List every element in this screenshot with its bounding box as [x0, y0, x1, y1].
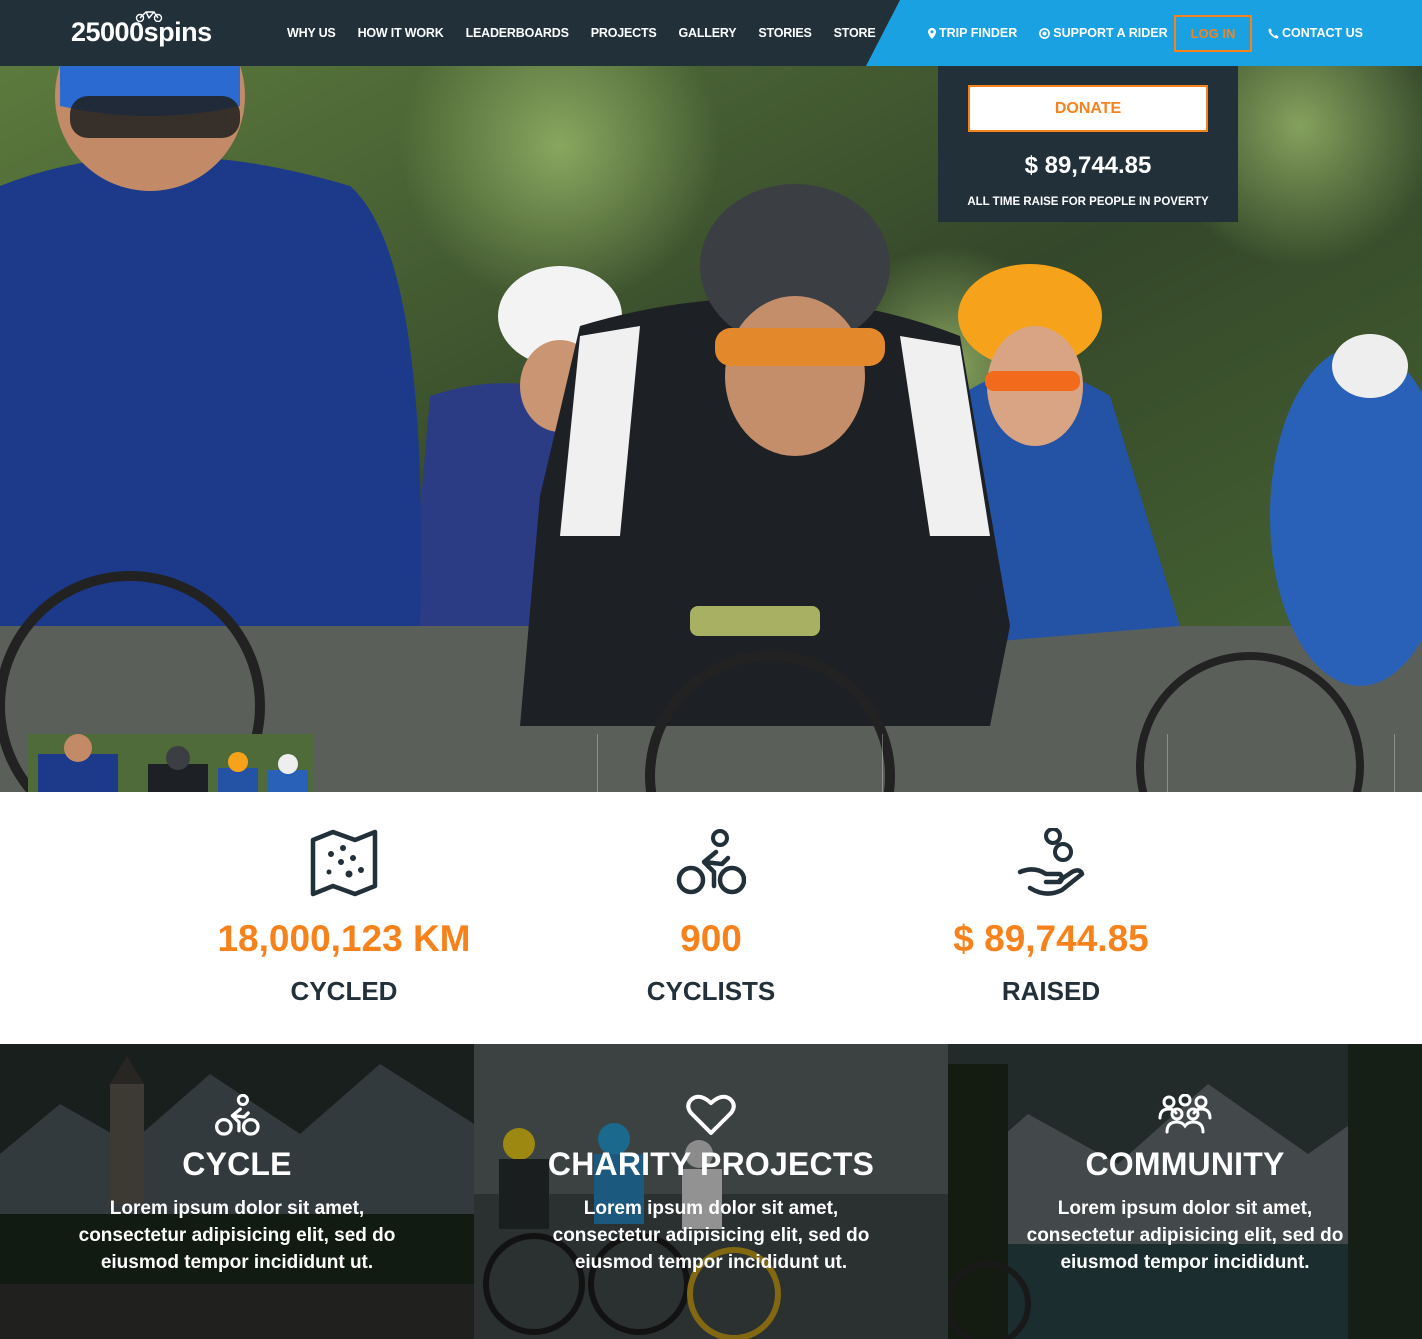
nav-projects[interactable]: PROJECTS [591, 26, 657, 40]
feature-community-text: Lorem ipsum dolor sit amet, consectetur … [1026, 1198, 1344, 1273]
thumbnail[interactable] [28, 734, 1395, 792]
nav-contact-us[interactable]: CONTACT US [1268, 0, 1363, 66]
feature-charity-text: Lorem ipsum dolor sit amet, consectetur … [552, 1198, 870, 1273]
donate-caption: ALL TIME RAISE FOR PEOPLE IN POVERTY [967, 196, 1209, 208]
people-group-icon [1158, 1094, 1212, 1134]
thumbnail[interactable] [28, 734, 883, 792]
donate-panel: DONATE $ 89,744.85 ALL TIME RAISE FOR PE… [938, 66, 1238, 222]
nav-gallery[interactable]: GALLERY [679, 26, 737, 40]
stat-cyclists-value: 900 [680, 918, 742, 959]
main-menu: WHY US HOW IT WORK LEADERBOARDS PROJECTS… [287, 0, 897, 66]
map-marker-icon [928, 27, 936, 39]
feature-cycle-title: CYCLE [182, 1146, 292, 1182]
stat-cyclists: 900 CYCLISTS [561, 828, 861, 1007]
hero-thumbnail-strip [28, 734, 1395, 792]
nav-store[interactable]: STORE [834, 26, 876, 40]
contact-us-label: CONTACT US [1282, 26, 1364, 40]
logo-bike-icon [135, 11, 163, 22]
top-navbar: 25000spins WHY US HOW IT WORK LEADERBOAR… [0, 0, 1422, 66]
thumbnail[interactable] [28, 734, 1168, 792]
support-circle-icon [1039, 27, 1051, 39]
feature-community-title: COMMUNITY [1085, 1146, 1285, 1182]
nav-how-it-work[interactable]: HOW IT WORK [358, 26, 444, 40]
brand-logo[interactable]: 25000spins [71, 11, 212, 49]
cyclist-icon [676, 829, 746, 895]
feature-charity-projects[interactable]: CHARITY PROJECTS Lorem ipsum dolor sit a… [474, 1044, 948, 1339]
feature-cycle[interactable]: CYCLE Lorem ipsum dolor sit amet, consec… [0, 1044, 474, 1339]
stat-raised-label: RAISED [1001, 976, 1101, 1006]
nav-trip-finder[interactable]: TRIP FINDER [928, 26, 1017, 40]
stat-cycled-value: 18,000,123 KM [217, 918, 471, 959]
nav-stories[interactable]: STORIES [758, 26, 811, 40]
stat-cycled-label: CYCLED [290, 976, 398, 1006]
nav-support-rider[interactable]: SUPPORT A RIDER [1039, 26, 1168, 40]
map-icon [310, 829, 378, 897]
feature-community[interactable]: COMMUNITY Lorem ipsum dolor sit amet, co… [948, 1044, 1422, 1339]
thumbnail[interactable] [28, 734, 598, 792]
stat-raised-value: $ 89,744.85 [953, 918, 1149, 959]
trip-finder-label: TRIP FINDER [939, 26, 1018, 40]
support-rider-label: SUPPORT A RIDER [1053, 26, 1168, 40]
secondary-menu: TRIP FINDER SUPPORT A RIDER [928, 0, 1168, 66]
feature-charity-title: CHARITY PROJECTS [547, 1146, 875, 1182]
login-button[interactable]: LOG IN [1174, 15, 1252, 52]
heart-icon [686, 1094, 736, 1135]
feature-cycle-text: Lorem ipsum dolor sit amet, consectetur … [78, 1198, 396, 1273]
donate-total-amount: $ 89,744.85 [1024, 152, 1152, 179]
stat-cycled: 18,000,123 KM CYCLED [194, 828, 494, 1007]
cyclist-icon [215, 1094, 260, 1136]
nav-why-us[interactable]: WHY US [287, 26, 336, 40]
nav-leaderboards[interactable]: LEADERBOARDS [466, 26, 569, 40]
stat-raised: $ 89,744.85 RAISED [901, 828, 1201, 1007]
stat-cyclists-label: CYCLISTS [646, 976, 776, 1006]
donation-hand-icon [1017, 828, 1085, 896]
donate-button[interactable]: DONATE [968, 85, 1208, 132]
phone-icon [1268, 27, 1279, 38]
